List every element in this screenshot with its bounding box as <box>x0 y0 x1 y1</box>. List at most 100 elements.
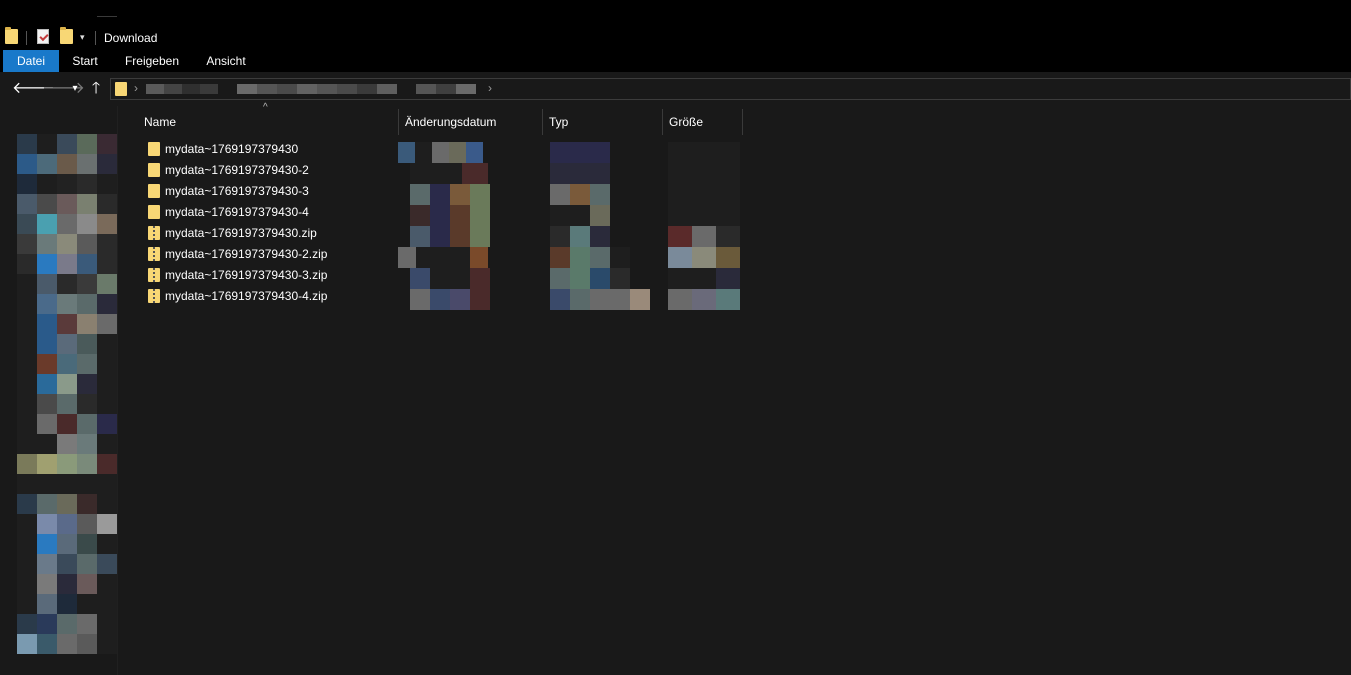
redacted-tile <box>450 184 470 205</box>
breadcrumb-redacted <box>357 84 377 94</box>
redacted-tile <box>77 434 97 454</box>
redacted-tile <box>430 205 450 226</box>
redacted-tile <box>77 534 97 554</box>
redacted-tile <box>550 268 570 289</box>
column-header-type[interactable]: Typ <box>543 109 662 135</box>
redacted-tile <box>97 514 117 534</box>
redacted-tile <box>716 184 740 205</box>
redacted-tile <box>610 268 630 289</box>
redacted-tile <box>470 226 490 247</box>
redacted-tile <box>57 454 77 474</box>
redacted-tile <box>668 226 692 247</box>
breadcrumb-redacted <box>200 84 218 94</box>
redacted-tile <box>37 614 57 634</box>
zip-folder-icon <box>148 289 160 303</box>
redacted-tile <box>590 142 610 163</box>
redacted-tile <box>668 289 692 310</box>
breadcrumb-redacted <box>456 84 476 94</box>
redacted-tile <box>97 214 117 234</box>
recent-locations-button[interactable]: ▾ <box>68 80 82 98</box>
file-row[interactable]: mydata~1769197379430-2 <box>140 160 940 181</box>
redacted-tile <box>590 205 610 226</box>
properties-icon[interactable] <box>37 29 49 44</box>
column-header-name[interactable]: Name <box>138 109 398 135</box>
redacted-tile <box>550 205 570 226</box>
redacted-tile <box>57 354 77 374</box>
redacted-tile <box>97 314 117 334</box>
redacted-tile <box>77 174 97 194</box>
redacted-tile <box>97 334 117 354</box>
redacted-tile <box>398 247 416 268</box>
redacted-tile <box>610 289 630 310</box>
redacted-tile <box>97 614 117 634</box>
redacted-tile <box>57 394 77 414</box>
tab-ansicht[interactable]: Ansicht <box>196 50 256 72</box>
chevron-right-icon[interactable]: › <box>134 81 138 95</box>
chevron-right-icon[interactable]: › <box>488 81 492 95</box>
redacted-tile <box>434 247 452 268</box>
redacted-tile <box>430 268 450 289</box>
navigation-pane[interactable] <box>0 106 137 675</box>
zip-folder-icon <box>148 268 160 282</box>
redacted-tile <box>77 314 97 334</box>
back-button[interactable]: 🡐 <box>12 80 55 98</box>
file-row[interactable]: mydata~1769197379430-3 <box>140 181 940 202</box>
redacted-tile <box>410 268 430 289</box>
redacted-tile <box>57 414 77 434</box>
tab-datei[interactable]: Datei <box>3 50 59 72</box>
redacted-tile <box>17 414 37 434</box>
file-row[interactable]: mydata~1769197379430-4 <box>140 202 940 223</box>
folder-icon <box>115 82 127 96</box>
redacted-tile <box>37 594 57 614</box>
breadcrumb-redacted <box>377 84 397 94</box>
file-name: mydata~1769197379430-3.zip <box>165 268 328 282</box>
redacted-tile <box>692 268 716 289</box>
redacted-tile <box>37 154 57 174</box>
redacted-tile <box>550 289 570 310</box>
up-button[interactable]: 🡑 <box>86 80 106 98</box>
redacted-tile <box>37 214 57 234</box>
redacted-tile <box>692 184 716 205</box>
redacted-tile <box>37 554 57 574</box>
tab-freigeben[interactable]: Freigeben <box>116 50 188 72</box>
forward-button[interactable]: 🡒 <box>42 80 85 98</box>
folder-icon <box>148 205 160 219</box>
redacted-tile <box>17 314 37 334</box>
column-separator[interactable] <box>742 109 743 135</box>
redacted-tile <box>77 294 97 314</box>
new-folder-icon[interactable] <box>60 27 73 44</box>
redacted-tile <box>450 268 470 289</box>
redacted-tile <box>550 163 570 184</box>
redacted-tile <box>590 247 610 268</box>
customize-toolbar-icon[interactable]: ▾ <box>80 32 85 50</box>
file-name: mydata~1769197379430-2 <box>165 163 309 177</box>
address-bar[interactable]: › › <box>110 78 1351 100</box>
redacted-tile <box>450 289 470 310</box>
zip-folder-icon <box>148 247 160 261</box>
file-name: mydata~1769197379430-3 <box>165 184 309 198</box>
redacted-tile <box>668 163 692 184</box>
redacted-tile <box>97 294 117 314</box>
file-row[interactable]: mydata~1769197379430-2.zip <box>140 244 940 265</box>
column-header-size[interactable]: Größe <box>663 109 743 135</box>
title-mark <box>97 16 117 17</box>
column-header-modified[interactable]: Änderungsdatum <box>399 109 543 135</box>
tab-start[interactable]: Start <box>62 50 108 72</box>
redacted-tile <box>470 184 490 205</box>
file-row[interactable]: mydata~1769197379430 <box>140 139 940 160</box>
redacted-tile <box>410 289 430 310</box>
redacted-tile <box>590 184 610 205</box>
file-name: mydata~1769197379430.zip <box>165 226 317 240</box>
redacted-tile <box>430 226 450 247</box>
redacted-tile <box>37 294 57 314</box>
redacted-tile <box>97 174 117 194</box>
file-row[interactable]: mydata~1769197379430.zip <box>140 223 940 244</box>
redacted-tile <box>37 174 57 194</box>
file-row[interactable]: mydata~1769197379430-4.zip <box>140 286 940 307</box>
redacted-tile <box>77 334 97 354</box>
redacted-tile <box>17 134 37 154</box>
file-row[interactable]: mydata~1769197379430-3.zip <box>140 265 940 286</box>
redacted-tile <box>590 226 610 247</box>
toolbar-separator <box>26 31 27 45</box>
redacted-tile <box>450 205 470 226</box>
